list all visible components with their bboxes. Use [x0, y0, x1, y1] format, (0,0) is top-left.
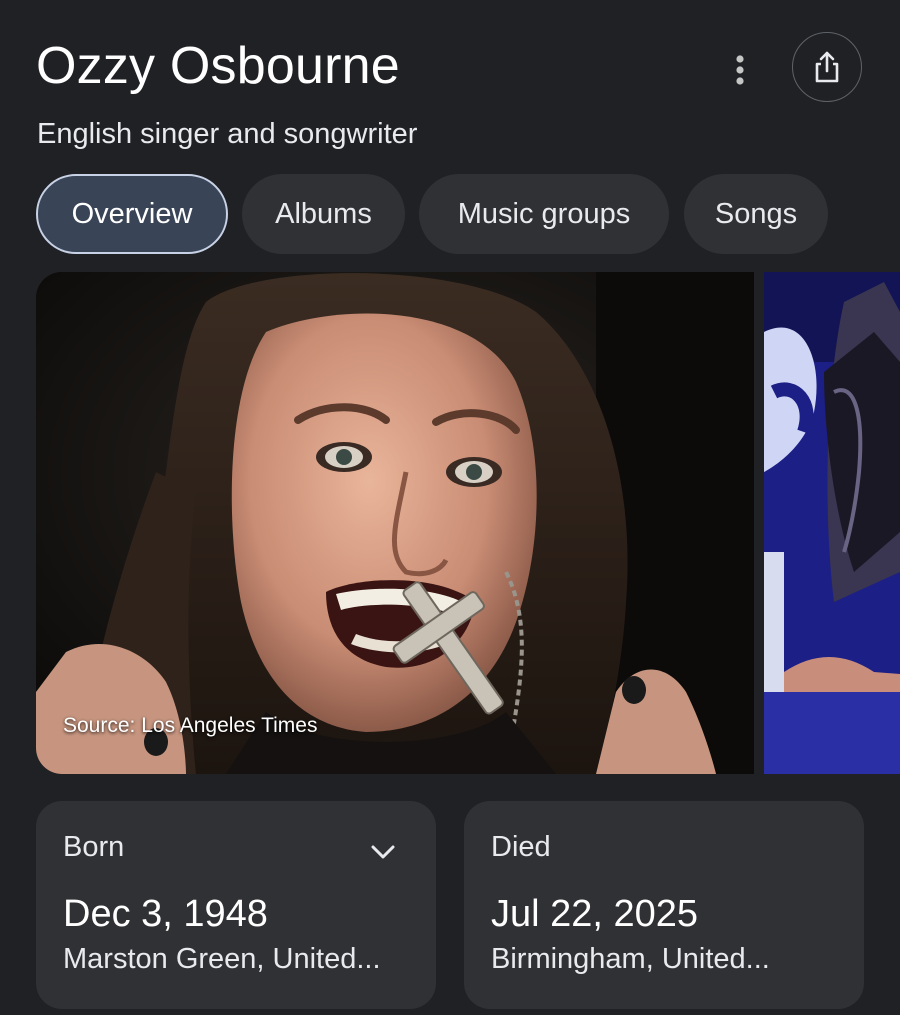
died-card[interactable]: Died Jul 22, 2025 Birmingham, United... [464, 801, 864, 1009]
chevron-down-icon[interactable] [366, 835, 400, 869]
born-card[interactable]: Born Dec 3, 1948 Marston Green, United..… [36, 801, 436, 1009]
image-carousel[interactable]: Source: Los Angeles Times [36, 272, 900, 774]
died-date: Jul 22, 2025 [491, 893, 699, 935]
tab-songs[interactable]: Songs [684, 174, 828, 254]
page-subtitle: English singer and songwriter [37, 118, 418, 150]
share-button[interactable] [792, 32, 862, 102]
more-options-button[interactable] [716, 46, 764, 94]
tab-music-groups[interactable]: Music groups [419, 174, 669, 254]
tab-bar: Overview Albums Music groups Songs [36, 174, 900, 254]
born-label: Born [63, 831, 125, 863]
share-icon [815, 51, 839, 83]
more-vert-icon [736, 55, 744, 85]
portrait-image [36, 272, 754, 774]
second-photo[interactable] [764, 272, 900, 774]
main-photo[interactable]: Source: Los Angeles Times [36, 272, 754, 774]
page-title: Ozzy Osbourne [36, 37, 400, 95]
died-place: Birmingham, United... [491, 943, 770, 975]
born-date: Dec 3, 1948 [63, 893, 268, 935]
tab-overview[interactable]: Overview [36, 174, 228, 254]
tab-albums[interactable]: Albums [242, 174, 405, 254]
concert-image [764, 272, 900, 774]
born-place: Marston Green, United... [63, 943, 381, 975]
image-source-caption: Source: Los Angeles Times [63, 714, 318, 737]
knowledge-panel: Ozzy Osbourne English singer and songwri… [0, 0, 900, 1015]
died-label: Died [491, 831, 551, 863]
